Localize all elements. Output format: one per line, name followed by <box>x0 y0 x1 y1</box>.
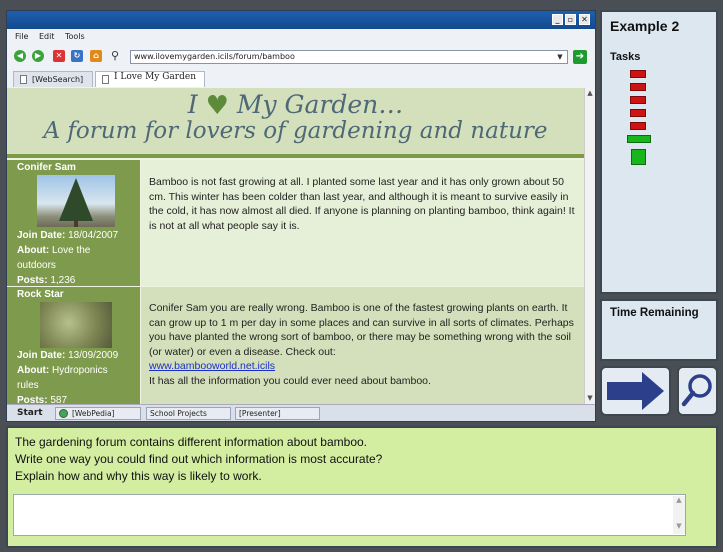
question-line: Write one way you could find out which i… <box>15 452 383 466</box>
post-text: It has all the information you could eve… <box>149 374 431 387</box>
question-line: The gardening forum contains different i… <box>15 435 367 449</box>
tab-label: I Love My Garden <box>114 72 196 82</box>
page-icon <box>102 75 109 84</box>
tab-websearch[interactable]: [WebSearch] <box>13 71 93 87</box>
task-indicator-current <box>631 149 646 165</box>
posts-label: Posts: <box>17 395 48 404</box>
menu-bar: File Edit Tools <box>7 29 595 45</box>
join-date-value: 13/09/2009 <box>68 350 119 361</box>
back-icon[interactable]: ◀ <box>14 50 26 62</box>
about-value-cont: rules <box>17 380 39 391</box>
about-label: About: <box>17 365 50 376</box>
forward-icon[interactable]: ▶ <box>32 50 44 62</box>
author-photo <box>37 175 115 227</box>
scroll-up-icon[interactable]: ▲ <box>585 88 595 99</box>
answer-scrollbar[interactable]: ▲ ▼ <box>673 496 685 534</box>
bambooworld-link[interactable]: www.bambooworld.net.icils <box>149 360 275 372</box>
task-indicator-incomplete <box>630 83 646 91</box>
example-title: Example 2 <box>610 18 680 34</box>
posts-count: 587 <box>50 395 68 404</box>
arrow-right-icon <box>607 372 664 410</box>
question-panel: The gardening forum contains different i… <box>6 426 718 548</box>
post-text: Conifer Sam you are really wrong. Bamboo… <box>149 302 574 358</box>
address-dropdown-icon[interactable]: ▼ <box>554 51 566 63</box>
site-title-post: My Garden… <box>236 90 404 119</box>
refresh-icon[interactable]: ↻ <box>71 50 83 62</box>
page-icon <box>20 75 27 84</box>
home-icon[interactable]: ⌂ <box>90 50 102 62</box>
taskbar-presenter[interactable]: [Presenter] <box>235 407 320 420</box>
start-button[interactable]: Start <box>17 408 43 418</box>
author-photo <box>40 302 112 348</box>
task-indicator-incomplete <box>630 122 646 130</box>
tab-label: [WebSearch] <box>32 75 84 84</box>
post-body: Bamboo is not fast growing at all. I pla… <box>141 160 584 286</box>
question-text: The gardening forum contains different i… <box>15 434 382 485</box>
go-arrow-icon[interactable]: ➔ <box>573 50 587 64</box>
time-remaining-panel: Time Remaining <box>600 299 718 361</box>
question-line: Explain how and why this way is likely t… <box>15 469 262 483</box>
tasks-label: Tasks <box>610 51 641 63</box>
site-banner: I ♥ My Garden… A forum for lovers of gar… <box>7 88 584 158</box>
globe-icon <box>59 409 68 418</box>
magnifier-icon <box>681 374 712 407</box>
forum-page: I ♥ My Garden… A forum for lovers of gar… <box>7 88 584 404</box>
join-date-value: 18/04/2007 <box>68 230 119 241</box>
task-indicator-complete <box>627 135 651 143</box>
menu-file[interactable]: File <box>15 32 28 41</box>
site-subtitle: A forum for lovers of gardening and natu… <box>43 118 548 144</box>
taskbar: Start [WebPedia] School Projects [Presen… <box>7 404 595 421</box>
join-date-label: Join Date: <box>17 350 66 361</box>
scroll-down-icon[interactable]: ▼ <box>673 522 685 530</box>
taskbar-school-projects[interactable]: School Projects <box>146 407 231 420</box>
tab-i-love-my-garden[interactable]: I Love My Garden <box>95 71 205 87</box>
post-author-panel: Conifer Sam Join Date: 18/04/2007 About:… <box>7 160 140 286</box>
about-value: Love the <box>52 245 91 256</box>
task-indicator-incomplete <box>630 70 646 78</box>
taskbar-webpedia[interactable]: [WebPedia] <box>55 407 141 420</box>
task-indicator-incomplete <box>630 96 646 104</box>
tab-strip: [WebSearch] I Love My Garden <box>7 69 595 87</box>
taskbar-label: [WebPedia] <box>72 409 115 418</box>
menu-edit[interactable]: Edit <box>39 32 55 41</box>
about-value: Hydroponics <box>52 365 108 376</box>
stop-icon[interactable]: ✕ <box>53 50 65 62</box>
navigation-bar: ◀ ▶ ✕ ↻ ⌂ ⚲ www.ilovemygarden.icils/foru… <box>7 45 595 69</box>
post-author-name: Rock Star <box>17 289 64 300</box>
about-label: About: <box>17 245 50 256</box>
join-date-label: Join Date: <box>17 230 66 241</box>
tree-icon <box>59 178 93 227</box>
search-icon[interactable]: ⚲ <box>109 50 121 62</box>
zoom-button[interactable] <box>677 366 718 416</box>
time-remaining-label: Time Remaining <box>610 307 699 319</box>
about-value-cont: outdoors <box>17 260 56 271</box>
menu-tools[interactable]: Tools <box>65 32 85 41</box>
post-author-name: Conifer Sam <box>17 162 76 173</box>
answer-textarea[interactable] <box>13 494 686 536</box>
post-body: Conifer Sam you are really wrong. Bamboo… <box>141 287 584 404</box>
restore-icon[interactable]: ▫ <box>565 14 576 25</box>
post-author-panel: Rock Star Join Date: 13/09/2009 About: H… <box>7 287 140 404</box>
page-scrollbar[interactable]: ▲ ▼ <box>584 88 595 404</box>
minimize-icon[interactable]: _ <box>552 14 563 25</box>
close-icon[interactable]: ✕ <box>579 14 590 25</box>
task-indicator-incomplete <box>630 109 646 117</box>
browser-title-bar: _ ▫ ✕ <box>7 11 595 29</box>
banner-divider <box>7 154 584 158</box>
posts-label: Posts: <box>17 275 48 286</box>
scroll-up-icon[interactable]: ▲ <box>673 496 685 504</box>
address-bar[interactable]: www.ilovemygarden.icils/forum/bamboo <box>130 50 568 64</box>
site-title: I ♥ My Garden… <box>7 90 584 121</box>
scroll-down-icon[interactable]: ▼ <box>585 393 595 404</box>
next-button[interactable] <box>600 366 671 416</box>
example-panel: Example 2 Tasks <box>600 10 718 294</box>
site-title-pre: I <box>187 90 198 119</box>
heart-icon: ♥ <box>205 91 229 121</box>
posts-count: 1,236 <box>50 275 76 286</box>
browser-window: _ ▫ ✕ File Edit Tools ◀ ▶ ✕ ↻ ⌂ ⚲ www.il… <box>6 10 596 422</box>
